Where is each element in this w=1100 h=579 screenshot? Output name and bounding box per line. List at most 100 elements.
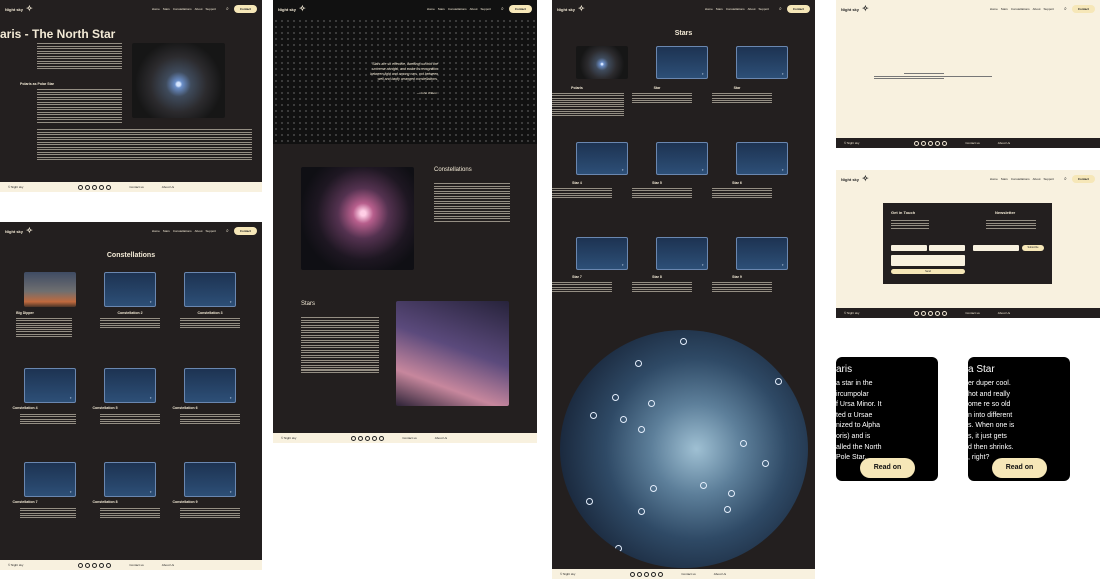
instagram-icon[interactable] (85, 184, 91, 190)
nav-link-constellations[interactable]: Constellations (1011, 7, 1030, 11)
star-marker[interactable] (648, 400, 655, 407)
nav-link-about[interactable]: About (195, 229, 203, 233)
nav-link-stars[interactable]: Stars (163, 7, 170, 11)
footer-link-contact[interactable]: Contact us (965, 311, 979, 315)
instagram-icon[interactable] (637, 571, 643, 577)
newsletter-email-field[interactable] (973, 245, 1019, 251)
nav-link-stars[interactable]: Stars (1001, 7, 1008, 11)
constellation-card-image[interactable] (24, 272, 76, 307)
linkedin-icon[interactable] (928, 310, 934, 316)
search-icon[interactable]: ⌕ (226, 6, 229, 12)
nav-link-support[interactable]: Support (1044, 7, 1055, 11)
constellation-card-image[interactable] (184, 272, 236, 307)
facebook-icon[interactable] (630, 571, 636, 577)
footer-link-contact[interactable]: Contact us (129, 563, 143, 567)
contact-button[interactable]: Contact (508, 5, 532, 13)
message-field[interactable] (891, 255, 965, 266)
email-icon[interactable] (99, 184, 105, 190)
search-icon[interactable]: ⌕ (226, 228, 229, 234)
footer-link-about[interactable]: About Us (435, 436, 447, 440)
footer-link-about[interactable]: About Us (998, 141, 1010, 145)
constellation-card-image[interactable] (24, 462, 76, 497)
linkedin-icon[interactable] (92, 184, 98, 190)
instagram-icon[interactable] (921, 310, 927, 316)
nav-link-home[interactable]: Home (990, 177, 998, 181)
instagram-icon[interactable] (358, 435, 364, 441)
footer-link-contact[interactable]: Contact us (129, 185, 143, 189)
nav-link-constellations[interactable]: Constellations (726, 7, 745, 11)
star-marker[interactable] (586, 498, 593, 505)
star-marker[interactable] (638, 508, 645, 515)
linkedin-icon[interactable] (644, 571, 650, 577)
nav-link-stars[interactable]: Stars (163, 229, 170, 233)
email-icon[interactable] (99, 562, 105, 568)
star-marker[interactable] (635, 360, 642, 367)
nav-link-stars[interactable]: Stars (1001, 177, 1008, 181)
linkedin-icon[interactable] (92, 562, 98, 568)
constellation-card-image[interactable] (184, 462, 236, 497)
contact-button[interactable]: Contact (786, 5, 810, 13)
name-field[interactable] (891, 245, 927, 251)
star-marker[interactable] (762, 460, 769, 467)
search-icon[interactable]: ⌕ (501, 6, 504, 12)
nav-link-support[interactable]: Support (759, 7, 770, 11)
email-icon[interactable] (372, 435, 378, 441)
search-icon[interactable]: ⌕ (1064, 6, 1067, 12)
nav-link-home[interactable]: Home (705, 7, 713, 11)
nav-link-about[interactable]: About (748, 7, 756, 11)
brand-logo[interactable]: Night sky ✧ (278, 5, 306, 13)
star-card-image[interactable] (576, 142, 628, 175)
email-icon[interactable] (935, 310, 941, 316)
footer-link-about[interactable]: About Us (162, 185, 174, 189)
star-map-image[interactable] (560, 330, 808, 568)
nav-link-about[interactable]: About (1033, 7, 1041, 11)
search-icon[interactable]: ⌕ (779, 6, 782, 12)
phone-icon[interactable] (106, 562, 112, 568)
phone-icon[interactable] (658, 571, 664, 577)
footer-link-about[interactable]: About Us (162, 563, 174, 567)
facebook-icon[interactable] (78, 562, 84, 568)
constellation-card-image[interactable] (104, 368, 156, 403)
constellation-card-image[interactable] (104, 272, 156, 307)
nav-link-about[interactable]: About (470, 7, 478, 11)
star-card-image[interactable] (736, 237, 788, 270)
footer-link-about[interactable]: About Us (714, 572, 726, 576)
brand-logo[interactable]: Night sky ✧ (5, 5, 33, 13)
footer-link-contact[interactable]: Contact us (402, 436, 416, 440)
star-card-image[interactable] (736, 142, 788, 175)
instagram-icon[interactable] (85, 562, 91, 568)
nav-link-support[interactable]: Support (206, 7, 217, 11)
brand-logo[interactable]: Night sky ✧ (557, 5, 585, 13)
contact-button[interactable]: Contact (233, 5, 257, 13)
star-marker[interactable] (724, 506, 731, 513)
star-marker[interactable] (728, 490, 735, 497)
nav-link-constellations[interactable]: Constellations (1011, 177, 1030, 181)
read-on-button[interactable]: Read on (992, 458, 1047, 478)
facebook-icon[interactable] (914, 140, 920, 146)
brand-logo[interactable]: Night sky ✧ (841, 175, 869, 183)
nav-link-constellations[interactable]: Constellations (448, 7, 467, 11)
contact-button[interactable]: Contact (233, 227, 257, 235)
read-on-button[interactable]: Read on (860, 458, 915, 478)
instagram-icon[interactable] (921, 140, 927, 146)
star-marker[interactable] (740, 440, 747, 447)
phone-icon[interactable] (106, 184, 112, 190)
star-marker[interactable] (775, 378, 782, 385)
star-marker[interactable] (650, 485, 657, 492)
constellation-card-image[interactable] (184, 368, 236, 403)
search-icon[interactable]: ⌕ (1064, 176, 1067, 182)
nav-link-home[interactable]: Home (152, 229, 160, 233)
star-card-image[interactable] (656, 142, 708, 175)
email-icon[interactable] (651, 571, 657, 577)
footer-link-about[interactable]: About Us (998, 311, 1010, 315)
star-card-image[interactable] (736, 46, 788, 79)
facebook-icon[interactable] (914, 310, 920, 316)
email-icon[interactable] (935, 140, 941, 146)
contact-button[interactable]: Contact (1071, 5, 1095, 13)
nav-link-about[interactable]: About (1033, 177, 1041, 181)
phone-icon[interactable] (379, 435, 385, 441)
linkedin-icon[interactable] (928, 140, 934, 146)
brand-logo[interactable]: Night sky ✧ (841, 5, 869, 13)
email-field[interactable] (929, 245, 965, 251)
star-card-image[interactable] (576, 46, 628, 79)
